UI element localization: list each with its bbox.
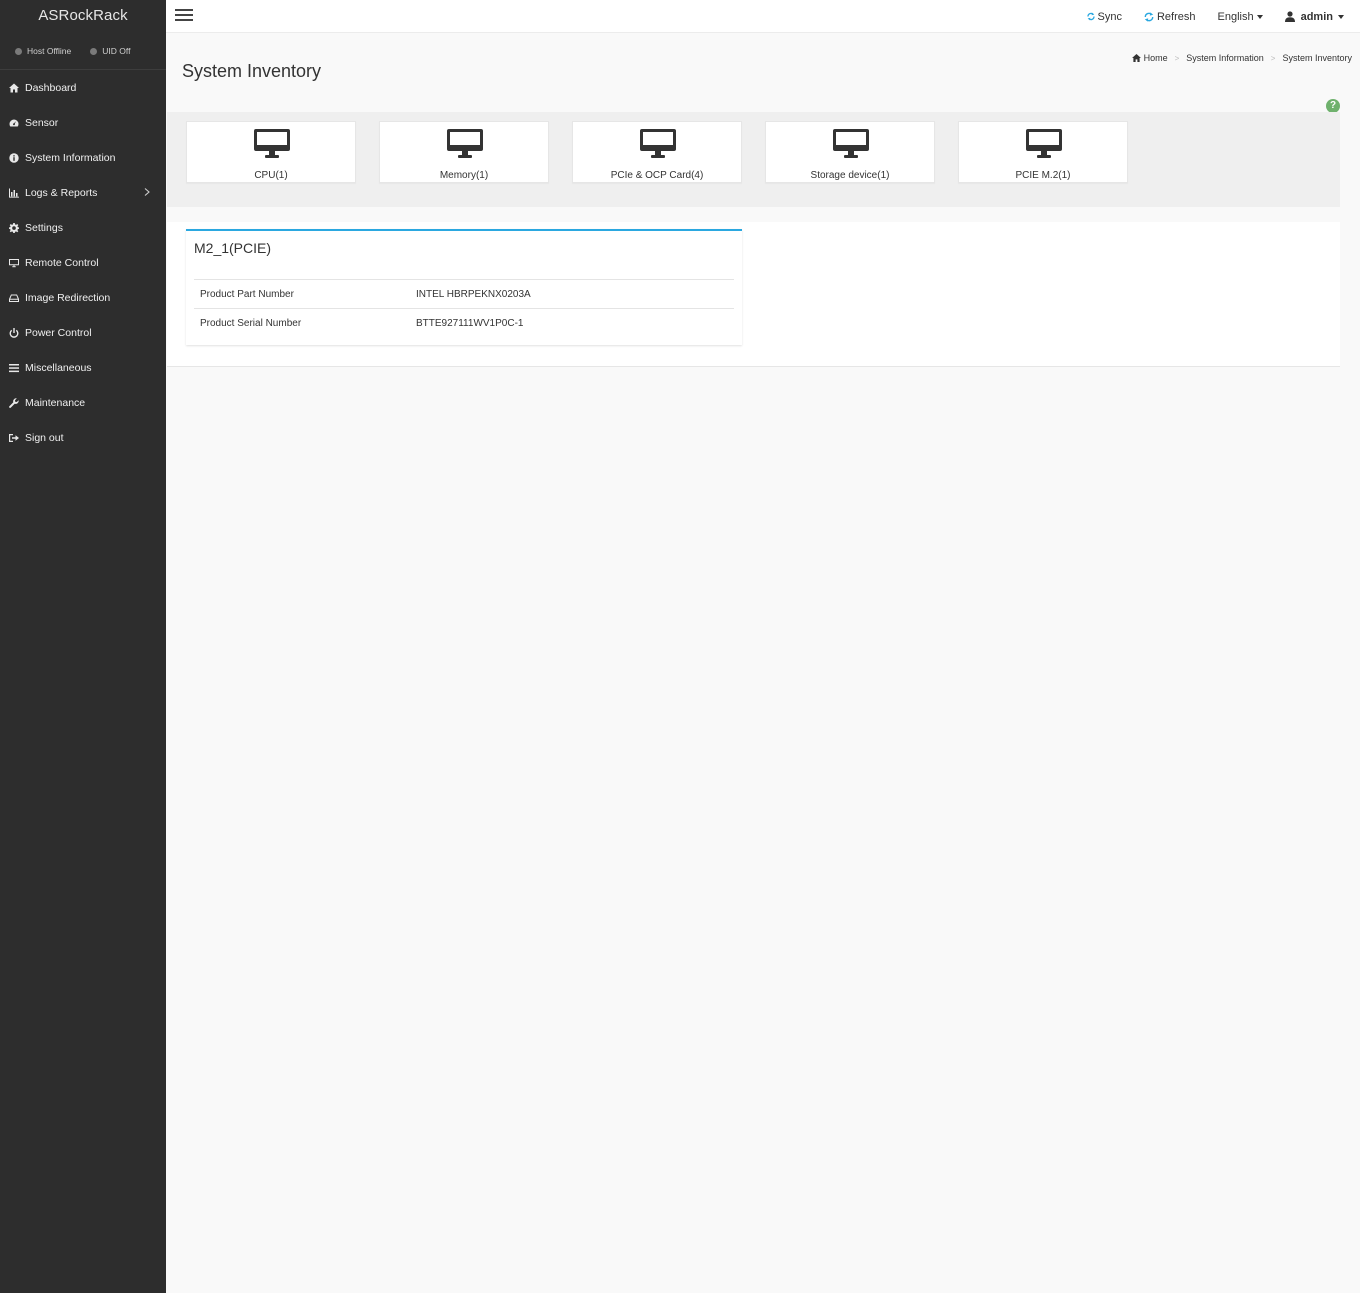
sidebar-item-label: Power Control <box>25 326 92 339</box>
monitor-icon <box>640 129 676 158</box>
sidebar-item-label: Sensor <box>25 116 59 129</box>
topbar: Sync Refresh English admin <box>166 0 1360 33</box>
info-circle-icon <box>8 152 19 163</box>
sidebar-item-label: Logs & Reports <box>25 186 98 199</box>
monitor-icon <box>8 257 19 268</box>
sidebar-item-logs-reports[interactable]: Logs & Reports <box>0 175 166 210</box>
hdd-icon <box>8 292 19 303</box>
refresh-icon <box>1144 11 1154 22</box>
sidebar-item-sign-out[interactable]: Sign out <box>0 420 166 455</box>
topbar-actions: Sync Refresh English admin <box>1065 0 1344 33</box>
breadcrumb-separator: > <box>1174 53 1180 63</box>
table-row: Product Part Number INTEL HBRPEKNX0203A <box>194 279 734 309</box>
inventory-category-strip: CPU(1) Memory(1) PCIe & OCP Card(4) Stor… <box>167 112 1340 207</box>
bar-chart-icon <box>8 187 19 198</box>
monitor-icon <box>254 129 290 158</box>
sidebar-item-system-information[interactable]: System Information <box>0 140 166 175</box>
sidebar-item-miscellaneous[interactable]: Miscellaneous <box>0 350 166 385</box>
list-icon <box>8 362 19 373</box>
detail-key: Product Serial Number <box>194 308 410 338</box>
card-label: Storage device(1) <box>810 170 890 181</box>
inventory-card-cpu[interactable]: CPU(1) <box>186 121 356 183</box>
sidebar-item-maintenance[interactable]: Maintenance <box>0 385 166 420</box>
host-status-label: Host Offline <box>27 46 72 56</box>
wrench-icon <box>8 397 19 408</box>
sidebar-item-label: Remote Control <box>25 256 99 269</box>
inventory-card-pcie-ocp[interactable]: PCIe & OCP Card(4) <box>572 121 742 183</box>
card-label: Memory(1) <box>439 170 489 181</box>
detail-panel: M2_1(PCIE) Product Part Number INTEL HBR… <box>167 222 1340 367</box>
breadcrumb-home-label: Home <box>1143 53 1168 63</box>
user-menu[interactable]: admin <box>1284 10 1344 23</box>
sync-label: Sync <box>1097 10 1122 23</box>
language-dropdown[interactable]: English <box>1218 11 1263 23</box>
language-label: English <box>1217 10 1254 23</box>
monitor-icon <box>1026 129 1062 158</box>
sidebar-item-label: Sign out <box>25 431 64 444</box>
refresh-label: Refresh <box>1156 10 1196 23</box>
user-name: admin <box>1300 10 1333 23</box>
status-bar: Host Offline UID Off <box>0 33 166 70</box>
uid-status-dot-icon <box>90 47 98 55</box>
device-title: M2_1(PCIE) <box>194 240 272 256</box>
hamburger-menu-icon[interactable] <box>175 9 193 23</box>
home-icon <box>1131 54 1141 62</box>
sign-out-icon <box>8 432 19 443</box>
sidebar-item-settings[interactable]: Settings <box>0 210 166 245</box>
detail-key: Product Part Number <box>194 279 410 309</box>
power-icon <box>8 327 19 338</box>
sync-icon <box>1086 12 1095 21</box>
sidebar-item-remote-control[interactable]: Remote Control <box>0 245 166 280</box>
inventory-card-pcie-m2[interactable]: PCIE M.2(1) <box>958 121 1128 183</box>
breadcrumb-separator: > <box>1270 53 1276 63</box>
sidebar-item-label: Image Redirection <box>25 291 111 304</box>
dashboard-gauge-icon <box>8 117 19 128</box>
brand-logo[interactable]: ASRockRack <box>0 0 166 33</box>
chevron-right-icon <box>144 187 150 196</box>
breadcrumb: Home > System Information > System Inven… <box>1131 53 1352 63</box>
caret-down-icon <box>1338 14 1344 19</box>
device-detail-table: Product Part Number INTEL HBRPEKNX0203A … <box>194 279 734 338</box>
sidebar-item-label: Miscellaneous <box>25 361 92 374</box>
sidebar: ASRockRack Host Offline UID Off Dashboar… <box>0 0 166 1293</box>
sidebar-item-label: System Information <box>25 151 116 164</box>
uid-status-label: UID Off <box>102 46 131 56</box>
card-label: PCIe & OCP Card(4) <box>610 170 704 181</box>
table-row: Product Serial Number BTTE927111WV1P0C-1 <box>194 308 734 338</box>
uid-status: UID Off <box>90 46 130 56</box>
page-title: System Inventory <box>182 61 322 81</box>
sidebar-item-label: Settings <box>25 221 63 234</box>
inventory-card-memory[interactable]: Memory(1) <box>379 121 549 183</box>
host-status-dot-icon <box>15 47 22 55</box>
sync-button[interactable]: Sync <box>1086 10 1122 23</box>
gear-icon <box>8 222 19 233</box>
monitor-icon <box>833 129 869 158</box>
sidebar-item-dashboard[interactable]: Dashboard <box>0 70 166 105</box>
card-label: CPU(1) <box>254 170 288 181</box>
inventory-card-storage[interactable]: Storage device(1) <box>765 121 935 183</box>
home-icon <box>8 82 19 93</box>
user-icon <box>1284 11 1295 22</box>
sidebar-item-label: Maintenance <box>25 396 86 409</box>
host-status: Host Offline <box>15 46 71 56</box>
card-label: PCIE M.2(1) <box>1015 170 1071 181</box>
breadcrumb-current: System Inventory <box>1282 53 1352 63</box>
device-detail-card: M2_1(PCIE) Product Part Number INTEL HBR… <box>186 229 742 345</box>
breadcrumb-home[interactable]: Home <box>1131 53 1168 63</box>
sidebar-item-sensor[interactable]: Sensor <box>0 105 166 140</box>
caret-down-icon <box>1256 14 1263 19</box>
breadcrumb-system-information[interactable]: System Information <box>1186 53 1264 63</box>
help-icon[interactable]: ? <box>1326 99 1340 113</box>
sidebar-nav: Dashboard Sensor System Information Logs… <box>0 70 166 455</box>
sidebar-item-label: Dashboard <box>25 81 77 94</box>
sidebar-item-image-redirection[interactable]: Image Redirection <box>0 280 166 315</box>
detail-value: BTTE927111WV1P0C-1 <box>410 308 734 338</box>
refresh-button[interactable]: Refresh <box>1144 11 1196 23</box>
monitor-icon <box>447 129 483 158</box>
sidebar-item-power-control[interactable]: Power Control <box>0 315 166 350</box>
detail-value: INTEL HBRPEKNX0203A <box>410 279 734 309</box>
